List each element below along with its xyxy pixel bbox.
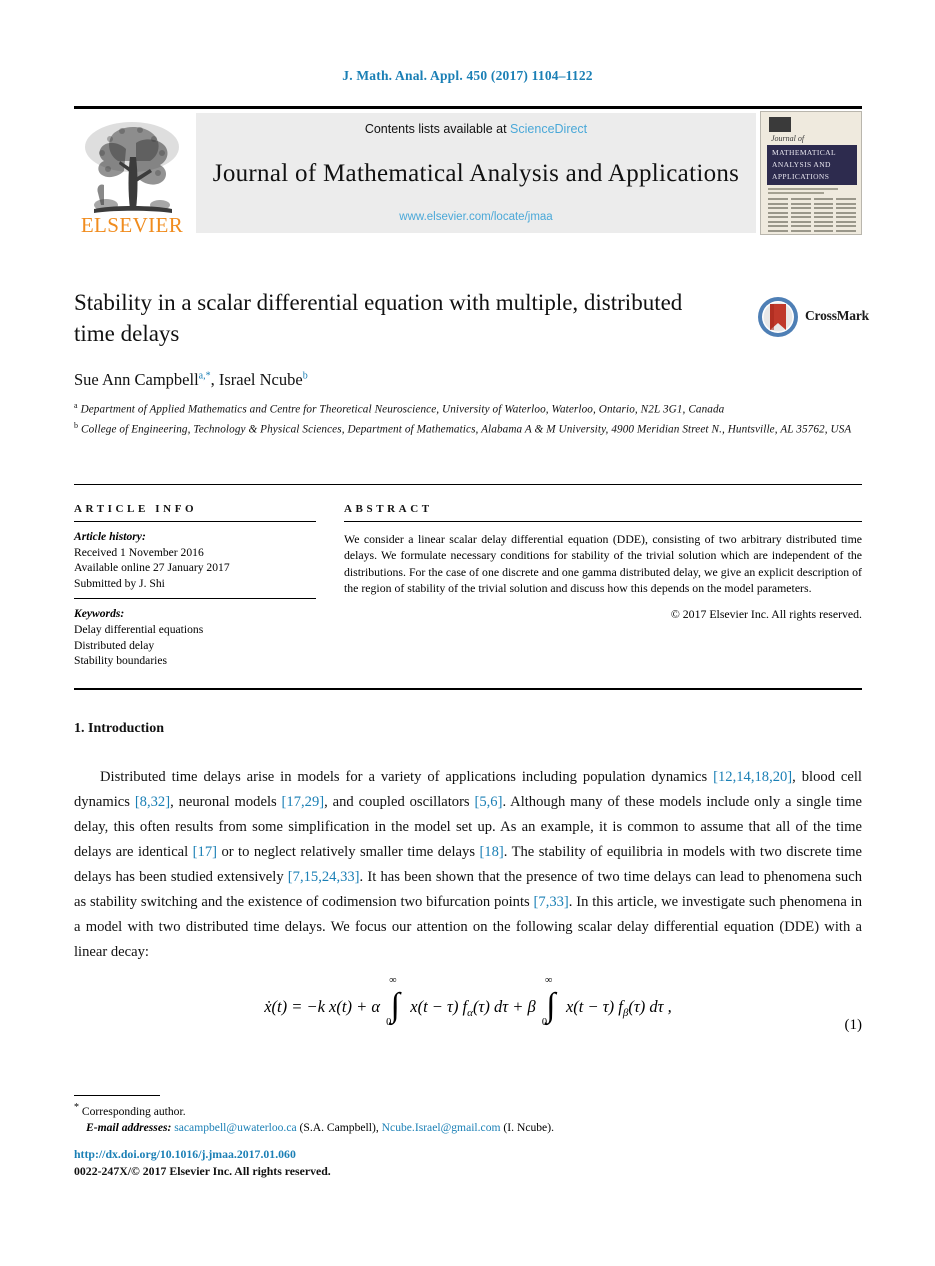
info-top-rule bbox=[74, 484, 862, 485]
affiliation-text-a: Department of Applied Mathematics and Ce… bbox=[80, 403, 725, 416]
abstract-rule bbox=[344, 521, 862, 522]
journal-masthead: ELSEVIER Contents lists available at Sci… bbox=[74, 106, 862, 237]
corresponding-author-text: Corresponding author. bbox=[81, 1104, 186, 1118]
paper-page: J. Math. Anal. Appl. 450 (2017) 1104–112… bbox=[0, 0, 935, 1266]
equation-body: ẋ(t) = −k x(t) + α ∞ ∫ 0 x(t − τ) fα(τ) … bbox=[74, 975, 862, 1028]
integral-1-upper: ∞ bbox=[389, 975, 397, 986]
author-list: Sue Ann Campbella,*, Israel Ncubeb bbox=[74, 370, 308, 389]
footnote-block: * Corresponding author. E-mail addresses… bbox=[74, 1100, 774, 1137]
crossmark-icon bbox=[758, 297, 798, 337]
keyword-item: Delay differential equations bbox=[74, 622, 204, 636]
citation-link[interactable]: [17,29] bbox=[282, 794, 325, 810]
contents-prefix: Contents lists available at bbox=[364, 122, 511, 136]
cover-editor-lines bbox=[768, 188, 856, 196]
abstract-copyright: © 2017 Elsevier Inc. All rights reserved… bbox=[670, 606, 862, 621]
article-history-label: Article history: bbox=[74, 530, 146, 543]
elsevier-wordmark: ELSEVIER bbox=[81, 213, 183, 235]
affiliation-marker-a: a bbox=[74, 401, 78, 410]
email-period: . bbox=[551, 1121, 554, 1135]
crossmark-badge[interactable]: CrossMark bbox=[757, 296, 869, 338]
keywords-label: Keywords: bbox=[74, 607, 125, 621]
equation-term-1-tail: (τ) dτ + β bbox=[472, 996, 536, 1016]
sciencedirect-link[interactable]: ScienceDirect bbox=[510, 122, 587, 136]
elsevier-logo: ELSEVIER bbox=[74, 113, 190, 237]
integral-2-lower: 0 bbox=[541, 1017, 548, 1028]
history-submitted-by: Submitted by J. Shi bbox=[74, 576, 165, 590]
email-owner-campbell: (S.A. Campbell) bbox=[299, 1121, 376, 1135]
journal-url-link[interactable]: www.elsevier.com/locate/jmaa bbox=[399, 211, 552, 223]
affiliation-b: b College of Engineering, Technology & P… bbox=[74, 418, 864, 438]
journal-cover-thumbnail: Journal of MATHEMATICAL ANALYSIS AND APP… bbox=[760, 111, 862, 235]
journal-banner: Contents lists available at ScienceDirec… bbox=[196, 113, 756, 233]
abstract-column: We consider a linear scalar delay differ… bbox=[344, 521, 862, 622]
cover-band-title: MATHEMATICAL ANALYSIS AND APPLICATIONS bbox=[767, 145, 857, 185]
citation-link[interactable]: [18] bbox=[479, 844, 503, 860]
integral-1-icon: ∞ ∫ 0 bbox=[386, 975, 400, 1028]
email-owner-ncube: (I. Ncube) bbox=[503, 1121, 552, 1135]
asterisk-marker: * bbox=[74, 1102, 79, 1113]
cover-publisher-mark bbox=[769, 117, 791, 132]
history-available-online: Available online 27 January 2017 bbox=[74, 561, 230, 575]
introduction-paragraph: Distributed time delays arise in models … bbox=[74, 769, 862, 960]
keyword-item: Stability boundaries bbox=[74, 654, 168, 668]
issn-copyright-line: 0022-247X/© 2017 Elsevier Inc. All right… bbox=[74, 1163, 331, 1178]
equation-number: (1) bbox=[844, 1017, 863, 1033]
equation-term-1: x(t − τ) f bbox=[410, 996, 468, 1016]
email-link-ncube[interactable]: Ncube.Israel@gmail.com bbox=[382, 1121, 501, 1134]
doi-link[interactable]: http://dx.doi.org/10.1016/j.jmaa.2017.01… bbox=[74, 1146, 331, 1163]
contents-line: Contents lists available at ScienceDirec… bbox=[365, 122, 587, 136]
email-link-campbell[interactable]: sacampbell@uwaterloo.ca bbox=[174, 1121, 296, 1134]
email-line: E-mail addresses: sacampbell@uwaterloo.c… bbox=[74, 1120, 774, 1137]
equation-term-2: x(t − τ) f bbox=[565, 996, 623, 1016]
info-bottom-rule bbox=[74, 688, 862, 690]
history-received: Received 1 November 2016 bbox=[74, 545, 204, 559]
keywords-block: Keywords: Delay differential equations D… bbox=[74, 606, 316, 668]
email-separator: , bbox=[375, 1121, 379, 1135]
display-equation-1: ẋ(t) = −k x(t) + α ∞ ∫ 0 x(t − τ) fα(τ) … bbox=[74, 975, 863, 1055]
article-history-block: Article history: Received 1 November 201… bbox=[74, 529, 316, 591]
citation-link[interactable]: [12,14,18,20] bbox=[713, 769, 792, 785]
doi-block: http://dx.doi.org/10.1016/j.jmaa.2017.01… bbox=[74, 1146, 331, 1179]
citation-link[interactable]: [5,6] bbox=[474, 794, 502, 810]
section-heading-introduction: 1. Introduction bbox=[74, 721, 164, 736]
integral-2-icon: ∞ ∫ 0 bbox=[541, 975, 556, 1028]
abstract-text: We consider a linear scalar delay differ… bbox=[344, 532, 862, 596]
cover-index-columns bbox=[768, 198, 856, 234]
citation-link[interactable]: [17] bbox=[193, 844, 217, 860]
equation-lhs: ẋ(t) = −k x(t) + α bbox=[264, 996, 380, 1016]
journal-title: Journal of Mathematical Analysis and App… bbox=[212, 159, 740, 187]
affiliation-a: a Department of Applied Mathematics and … bbox=[74, 398, 864, 418]
keyword-item: Distributed delay bbox=[74, 638, 155, 652]
corresponding-author-note: * Corresponding author. bbox=[74, 1100, 774, 1120]
email-label: E-mail addresses: bbox=[86, 1121, 172, 1135]
elsevier-tree-icon: ELSEVIER bbox=[81, 122, 183, 237]
citation-link[interactable]: [7,15,24,33] bbox=[288, 869, 360, 885]
crossmark-label: CrossMark bbox=[805, 308, 869, 323]
equation-term-2-tail: (τ) dτ , bbox=[628, 996, 672, 1016]
citation-link[interactable]: [7,33] bbox=[534, 894, 569, 910]
cover-journal-of: Journal of bbox=[771, 134, 805, 143]
footnote-rule bbox=[74, 1095, 160, 1096]
article-info-heading: ARTICLE INFO bbox=[74, 503, 198, 515]
integral-1-lower: 0 bbox=[386, 1017, 392, 1028]
running-head: J. Math. Anal. Appl. 450 (2017) 1104–112… bbox=[342, 68, 593, 83]
info-rule-2 bbox=[74, 598, 316, 600]
affiliation-text-b: College of Engineering, Technology & Phy… bbox=[81, 423, 852, 436]
affiliations: a Department of Applied Mathematics and … bbox=[74, 398, 864, 438]
affiliation-marker-b: b bbox=[74, 421, 79, 431]
citation-link[interactable]: [8,32] bbox=[135, 794, 170, 810]
integral-2-upper: ∞ bbox=[544, 975, 553, 986]
article-title: Stability in a scalar differential equat… bbox=[74, 290, 683, 346]
article-info-column: Article history: Received 1 November 201… bbox=[74, 521, 316, 676]
abstract-heading: ABSTRACT bbox=[344, 503, 433, 515]
info-rule-1 bbox=[74, 521, 316, 522]
